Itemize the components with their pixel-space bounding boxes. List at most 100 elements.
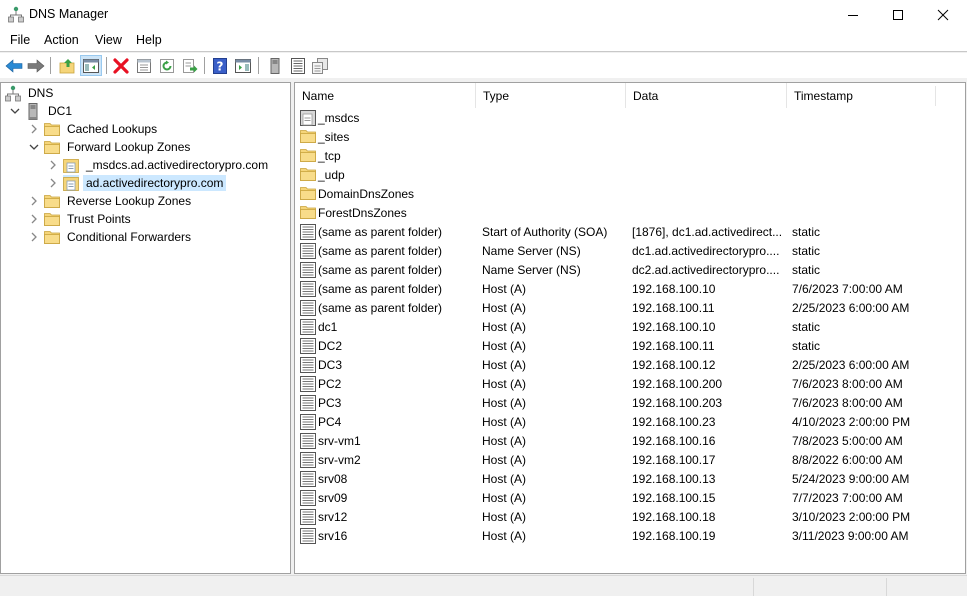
table-row[interactable]: DC2 Host (A) 192.168.100.11 static: [295, 337, 965, 356]
minimize-button[interactable]: [830, 0, 876, 30]
record-name: srv09: [318, 491, 348, 505]
menu-help[interactable]: Help: [136, 33, 162, 47]
record-name: _msdcs: [318, 111, 360, 125]
table-row[interactable]: _udp: [295, 166, 965, 185]
record-data: 192.168.100.11: [632, 301, 715, 315]
delete-icon: [113, 57, 129, 74]
table-row[interactable]: PC3 Host (A) 192.168.100.203 7/6/2023 8:00:…: [295, 394, 965, 413]
table-row[interactable]: DomainDnsZones: [295, 185, 965, 204]
folder-icon: [44, 229, 60, 245]
list-records-button[interactable]: [287, 55, 309, 76]
table-row[interactable]: (same as parent folder) Host (A) 192.168.1…: [295, 280, 965, 299]
table-row[interactable]: srv16 Host (A) 192.168.100.19 3/11/2023 9:0…: [295, 527, 965, 546]
refresh-button[interactable]: [156, 55, 178, 76]
table-row[interactable]: srv-vm1 Host (A) 192.168.100.16 7/8/2023 5:…: [295, 432, 965, 451]
table-row[interactable]: (same as parent folder) Start of Authorit…: [295, 223, 965, 242]
up-one-level-button[interactable]: [56, 55, 78, 76]
server-button[interactable]: [264, 55, 286, 76]
tree-item-conditional-forwarders[interactable]: Conditional Forwarders: [28, 228, 194, 246]
folder-icon: [44, 211, 60, 227]
server-icon: [25, 102, 41, 120]
column-header-divider: [935, 86, 936, 106]
record-data: 192.168.100.18: [632, 510, 716, 524]
tree-item-label: ad.activedirectorypro.com: [83, 175, 227, 191]
delete-button[interactable]: [110, 55, 132, 76]
record-icon: [300, 452, 316, 468]
table-row[interactable]: srv12 Host (A) 192.168.100.18 3/10/2023 2:0…: [295, 508, 965, 527]
column-header-type[interactable]: Type: [476, 83, 626, 108]
back-button[interactable]: [3, 55, 25, 76]
record-timestamp: 7/6/2023 8:00:00 AM: [792, 377, 903, 391]
copy-records-button[interactable]: [309, 55, 331, 76]
tree-item-reverse-lookup-zones[interactable]: Reverse Lookup Zones: [28, 192, 194, 210]
table-row[interactable]: srv09 Host (A) 192.168.100.15 7/7/2023 7:00…: [295, 489, 965, 508]
menu-view[interactable]: View: [95, 33, 122, 47]
tree-item-forward-lookup-zones[interactable]: Forward Lookup Zones: [28, 138, 193, 156]
record-timestamp: 5/24/2023 9:00:00 AM: [792, 472, 910, 486]
record-data: 192.168.100.11: [632, 339, 715, 353]
chevron-right-icon[interactable]: [47, 174, 59, 192]
record-icon: [300, 262, 316, 278]
column-header-timestamp[interactable]: Timestamp: [787, 83, 935, 108]
chevron-right-icon[interactable]: [28, 210, 40, 228]
record-icon: [300, 338, 316, 354]
status-segment: [753, 578, 886, 596]
tree-item-ad-activedirectorypro-com[interactable]: ad.activedirectorypro.com: [47, 174, 227, 192]
table-row[interactable]: _sites: [295, 128, 965, 147]
table-row[interactable]: (same as parent folder) Name Server (NS) d…: [295, 261, 965, 280]
folder-icon: [300, 148, 316, 164]
tree-item-trust-points[interactable]: Trust Points: [28, 210, 134, 228]
table-row[interactable]: PC2 Host (A) 192.168.100.200 7/6/2023 8:00:…: [295, 375, 965, 394]
close-button[interactable]: [920, 0, 966, 30]
tree-item-cached-lookups[interactable]: Cached Lookups: [28, 120, 160, 138]
show-hide-console-tree-button[interactable]: [80, 55, 102, 76]
tree-item-dns[interactable]: DNS: [5, 84, 56, 102]
table-row[interactable]: srv08 Host (A) 192.168.100.13 5/24/2023 9:0…: [295, 470, 965, 489]
record-data: 192.168.100.19: [632, 529, 716, 543]
tree-item-msdcs-ad-activedirectorypro-com[interactable]: _msdcs.ad.activedirectorypro.com: [47, 156, 271, 174]
tree-item-dc1[interactable]: DC1: [9, 102, 75, 120]
record-timestamp: static: [792, 225, 821, 239]
record-icon: [300, 357, 316, 373]
help-button[interactable]: ?: [209, 55, 231, 76]
chevron-down-icon[interactable]: [28, 138, 40, 156]
table-row[interactable]: srv-vm2 Host (A) 192.168.100.17 8/8/2022 6:…: [295, 451, 965, 470]
dns-icon: [5, 85, 21, 101]
forward-button[interactable]: [25, 55, 47, 76]
record-data: dc2.ad.activedirectorypro....: [632, 263, 780, 277]
delegated-zone-icon: [300, 110, 316, 126]
menu-file[interactable]: File: [10, 33, 30, 47]
properties-button[interactable]: [133, 55, 155, 76]
menu-action[interactable]: Action: [44, 33, 79, 47]
column-header-name[interactable]: Name: [295, 83, 476, 108]
export-list-button[interactable]: [179, 55, 201, 76]
table-row[interactable]: _tcp: [295, 147, 965, 166]
record-type: Host (A): [482, 320, 527, 334]
table-row[interactable]: (same as parent folder) Host (A) 192.168.1…: [295, 299, 965, 318]
toolbar-separator: [106, 57, 107, 74]
chevron-right-icon[interactable]: [28, 120, 40, 138]
record-name: PC4: [318, 415, 342, 429]
table-row[interactable]: dc1 Host (A) 192.168.100.10 static: [295, 318, 965, 337]
folder-up-icon: [59, 58, 75, 73]
chevron-right-icon[interactable]: [28, 228, 40, 246]
table-row[interactable]: (same as parent folder) Name Server (NS) d…: [295, 242, 965, 261]
record-name: ForestDnsZones: [318, 206, 407, 220]
record-type: Host (A): [482, 510, 527, 524]
table-row[interactable]: _msdcs: [295, 109, 965, 128]
record-icon: [300, 395, 316, 411]
table-row[interactable]: ForestDnsZones: [295, 204, 965, 223]
chevron-down-icon[interactable]: [9, 102, 21, 120]
server-icon: [270, 57, 280, 74]
record-data: dc1.ad.activedirectorypro....: [632, 244, 780, 258]
maximize-button[interactable]: [875, 0, 921, 30]
column-header-data[interactable]: Data: [626, 83, 787, 108]
chevron-right-icon[interactable]: [47, 156, 59, 174]
tree-item-label: _msdcs.ad.activedirectorypro.com: [86, 158, 269, 172]
table-row[interactable]: DC3 Host (A) 192.168.100.12 2/25/2023 6:00:…: [295, 356, 965, 375]
properties-icon: [137, 58, 151, 73]
show-hide-action-pane-button[interactable]: [232, 55, 254, 76]
record-name: srv-vm2: [318, 453, 361, 467]
table-row[interactable]: PC4 Host (A) 192.168.100.23 4/10/2023 2:00:…: [295, 413, 965, 432]
chevron-right-icon[interactable]: [28, 192, 40, 210]
